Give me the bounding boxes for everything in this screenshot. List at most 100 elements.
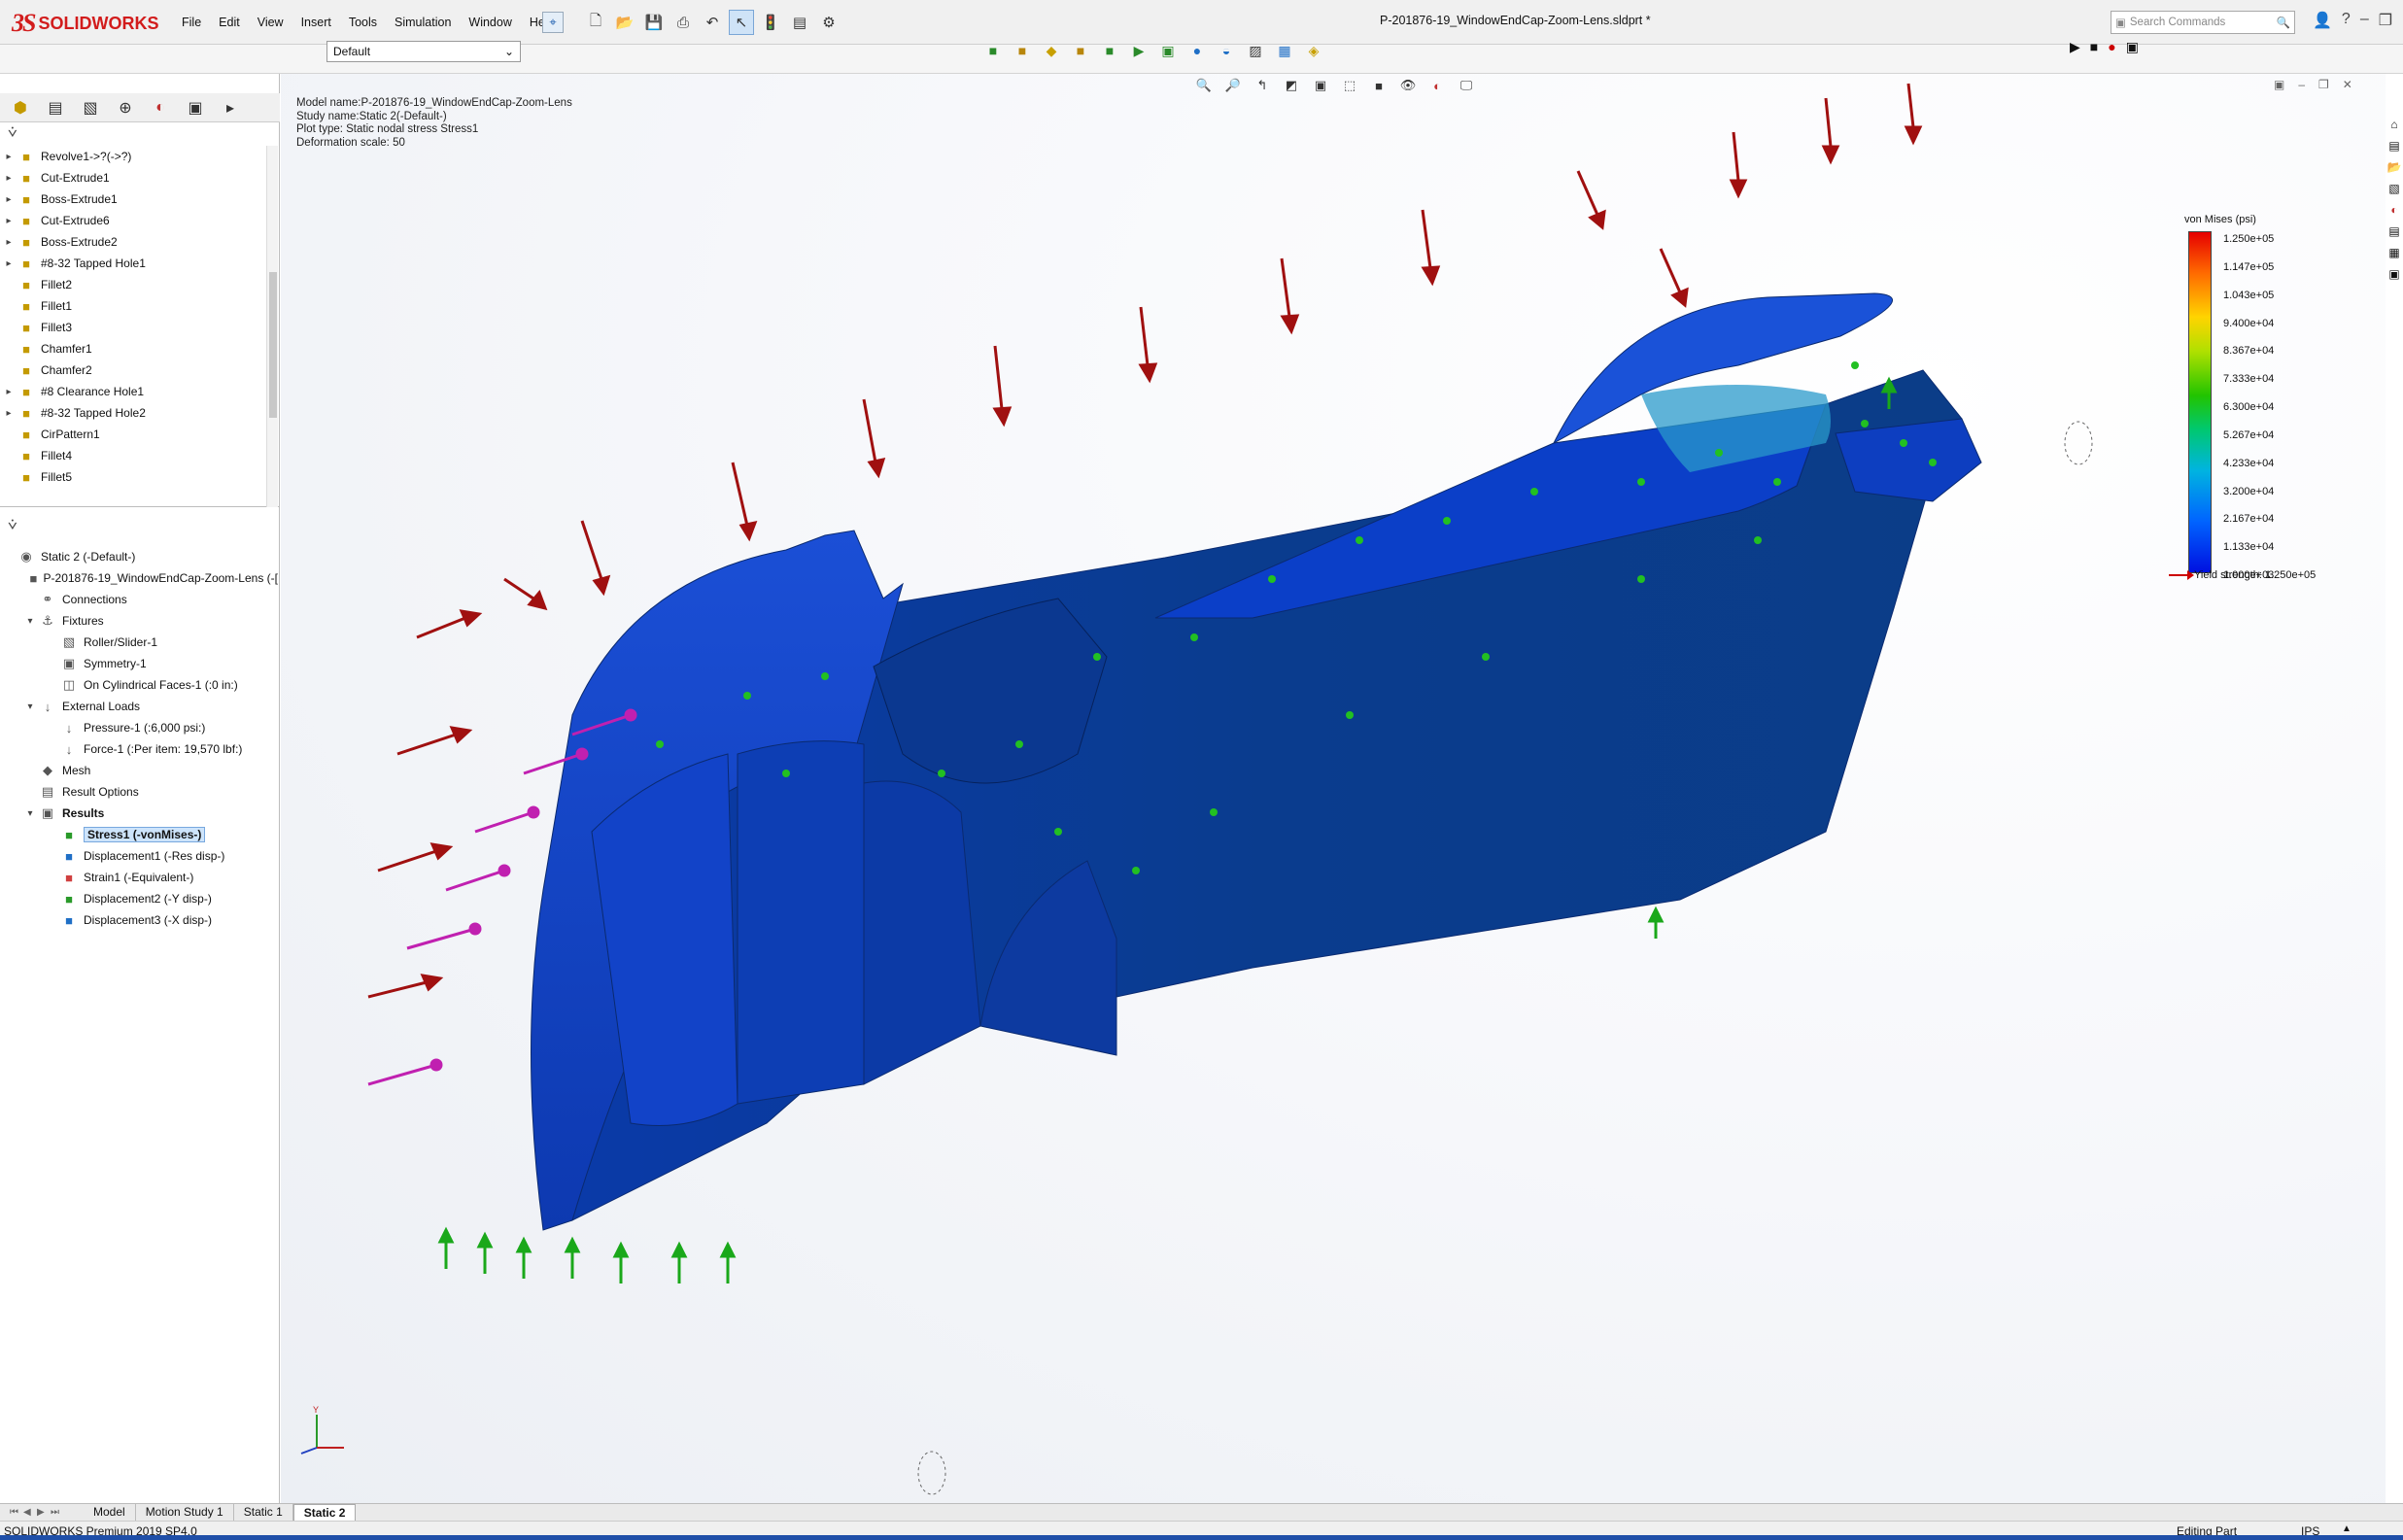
tab-motion-study-1[interactable]: Motion Study 1 (136, 1504, 234, 1521)
feature-tree-item[interactable]: ■ Fillet2 (0, 274, 266, 295)
featuremanager-tab-icon[interactable]: ⬢ (4, 95, 37, 120)
simulation-tree-item[interactable]: ■ Stress1 (-vonMises-) (0, 824, 278, 845)
play-icon[interactable]: ▶ (2070, 39, 2080, 55)
save-animation-icon[interactable]: ▣ (2126, 39, 2139, 55)
next-tab-icon[interactable]: ▶ (37, 1507, 51, 1518)
custom-properties-icon[interactable]: ▤ (2386, 223, 2402, 239)
expand-arrow-icon[interactable]: ▸ (0, 152, 17, 162)
solidworks-resources-icon[interactable]: ⌂ (2386, 117, 2402, 132)
design-insight-icon[interactable]: ▨ (1244, 39, 1267, 62)
new-document-icon[interactable]: 🗋 (583, 10, 608, 35)
simulation-tab-icon[interactable]: ▣ (179, 95, 212, 120)
feature-tree-item[interactable]: ■ Chamfer2 (0, 359, 266, 381)
simulation-tree-item[interactable]: ■ P-201876-19_WindowEndCap-Zoom-Lens (-[ (0, 567, 278, 589)
viewport-minimize-icon[interactable]: – (2298, 78, 2305, 91)
minimize-icon[interactable]: – (2360, 11, 2369, 30)
tab-model[interactable]: Model (84, 1504, 136, 1521)
dimxpert-tab-icon[interactable]: ⊕ (109, 95, 142, 120)
expand-arrow-icon[interactable]: ▸ (0, 237, 17, 248)
feature-tree-item[interactable]: ■ CirPattern1 (0, 424, 266, 445)
simulation-tree-item[interactable]: ◫ On Cylindrical Faces-1 (:0 in:) (0, 674, 278, 696)
help-icon[interactable]: ? (2342, 11, 2351, 30)
collapse-arrow-icon[interactable]: ▾ (21, 702, 39, 712)
simulation-tree-item[interactable]: ■ Displacement3 (-X disp-) (0, 909, 278, 931)
collapse-arrow-icon[interactable]: ▾ (21, 616, 39, 627)
feature-tree-item[interactable]: ▸ ■ Boss-Extrude1 (0, 188, 266, 210)
feature-tree-scrollbar[interactable] (266, 146, 278, 558)
menu-view[interactable]: View (249, 14, 292, 31)
previous-view-icon[interactable]: ↰ (1252, 76, 1273, 95)
simulation-tree-item[interactable]: ■ Displacement2 (-Y disp-) (0, 888, 278, 909)
filter-icon[interactable]: ⩒ (8, 124, 17, 142)
simulation-tree-item[interactable]: ▣ Symmetry-1 (0, 653, 278, 674)
simulation-tree-item[interactable]: ■ Displacement1 (-Res disp-) (0, 845, 278, 867)
solidworks-logo[interactable]: 3S SOLIDWORKS (12, 9, 158, 38)
open-document-icon[interactable]: 📂 (612, 10, 637, 35)
feature-tree-item[interactable]: ▸ ■ Cut-Extrude1 (0, 167, 266, 188)
view-palette-icon[interactable]: ▧ (2386, 181, 2402, 196)
menu-window[interactable]: Window (460, 14, 520, 31)
menu-simulation[interactable]: Simulation (386, 14, 460, 31)
connections-icon[interactable]: ■ (1069, 39, 1092, 62)
menu-tools[interactable]: Tools (340, 14, 386, 31)
zoom-to-area-icon[interactable]: 🔎 (1222, 76, 1244, 95)
expand-arrow-icon[interactable]: ▸ (0, 216, 17, 226)
search-icon[interactable]: 🔍 (2277, 16, 2290, 29)
simulation-tree-item[interactable]: ■ Strain1 (-Equivalent-) (0, 867, 278, 888)
expand-arrow-icon[interactable]: ▸ (0, 387, 17, 397)
compare-results-icon[interactable]: ◒ (1215, 39, 1238, 62)
search-scope-icon[interactable]: ▣ (2115, 16, 2126, 29)
feature-tree-item[interactable]: ▸ ■ Revolve1->?(->?) (0, 146, 266, 167)
feature-tree-item[interactable]: ■ Fillet5 (0, 466, 266, 488)
collapse-arrow-icon[interactable]: ▾ (21, 808, 39, 819)
expand-arrow-icon[interactable]: ▸ (0, 173, 17, 184)
fea-model[interactable] (281, 74, 2386, 1503)
feature-tree-item[interactable]: ▸ ■ #8 Clearance Hole1 (0, 381, 266, 402)
menu-file[interactable]: File (173, 14, 210, 31)
first-tab-icon[interactable]: ⏮ (10, 1507, 23, 1518)
expand-arrow-icon[interactable]: ▸ (0, 408, 17, 419)
save-icon[interactable]: 💾 (641, 10, 667, 35)
simulation-tree-item[interactable]: ↓ Force-1 (:Per item: 19,570 lbf:) (0, 738, 278, 760)
viewport-restore-icon[interactable]: ❐ (2318, 78, 2329, 91)
user-account-icon[interactable]: 👤 (2313, 11, 2332, 30)
simulation-tree-item[interactable]: ↓ Pressure-1 (:6,000 psi:) (0, 717, 278, 738)
more-tabs-icon[interactable]: ▸ (214, 95, 247, 120)
section-view-icon[interactable]: ◩ (1281, 76, 1302, 95)
filter-icon[interactable]: ⩒ (8, 517, 17, 534)
feature-tree-item[interactable]: ■ Chamfer1 (0, 338, 266, 359)
plot-tools-icon[interactable]: ▦ (1273, 39, 1296, 62)
expand-arrow-icon[interactable]: ▸ (0, 258, 17, 269)
propertymanager-tab-icon[interactable]: ▤ (39, 95, 72, 120)
configurationmanager-tab-icon[interactable]: ▧ (74, 95, 107, 120)
design-library-icon[interactable]: ▤ (2386, 138, 2402, 154)
file-explorer-icon[interactable]: 📂 (2386, 159, 2402, 175)
view-orientation-icon[interactable]: ⬚ (1339, 76, 1360, 95)
external-loads-icon[interactable]: ◆ (1040, 39, 1063, 62)
record-icon[interactable]: ● (2108, 39, 2115, 55)
simulation-tree-item[interactable]: ▾ ⚓ Fixtures (0, 610, 278, 632)
feature-tree-item[interactable]: ■ Fillet3 (0, 317, 266, 338)
configuration-dropdown[interactable]: Default ⌄ (326, 41, 521, 62)
feature-tree-item[interactable]: ▸ ■ Boss-Extrude2 (0, 231, 266, 253)
shell-manager-icon[interactable]: ■ (1098, 39, 1121, 62)
tab-static-1[interactable]: Static 1 (234, 1504, 293, 1521)
deformed-result-icon[interactable]: ● (1185, 39, 1209, 62)
pin-menu-icon[interactable]: ⌖ (542, 12, 564, 33)
displaymanager-tab-icon[interactable]: ◐ (144, 95, 177, 120)
edit-appearance-icon[interactable]: ◐ (1426, 76, 1448, 95)
tab-static-2[interactable]: Static 2 (292, 1504, 357, 1521)
forum-icon[interactable]: ▦ (2386, 245, 2402, 260)
simulation-tree-item[interactable]: ⚭ Connections (0, 589, 278, 610)
results-advisor-icon[interactable]: ▣ (1156, 39, 1180, 62)
feature-tree-item[interactable]: ■ Fillet4 (0, 445, 266, 466)
feature-tree-item[interactable]: ▸ ■ #8-32 Tapped Hole2 (0, 402, 266, 424)
simulation-tree-item[interactable]: ▧ Roller/Slider-1 (0, 632, 278, 653)
von-mises-legend[interactable]: von Mises (psi) 1.250e+05 1.147e+05 1.043e… (2184, 214, 2274, 581)
simulation-tree-item[interactable]: ▤ Result Options (0, 781, 278, 803)
print-icon[interactable]: ⎙ (670, 10, 696, 35)
tile-icon[interactable]: ▣ (2274, 78, 2284, 91)
report-icon[interactable]: ◈ (1302, 39, 1325, 62)
feature-tree-item[interactable]: ■ Fillet1 (0, 295, 266, 317)
graphics-viewport[interactable] (281, 74, 2386, 1503)
